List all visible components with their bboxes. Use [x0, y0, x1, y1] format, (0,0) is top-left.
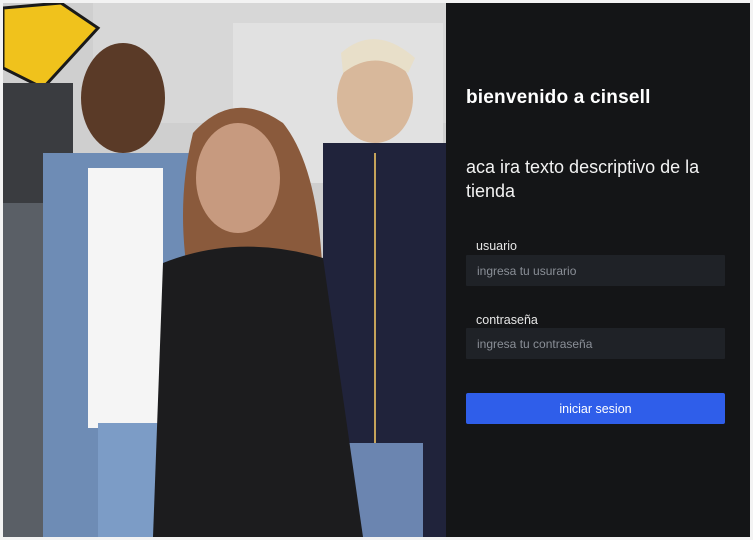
page-description: aca ira texto descriptivo de la tienda: [466, 157, 700, 201]
page-title: bienvenido a cinsell: [466, 87, 651, 108]
password-label: contraseña: [476, 313, 538, 327]
login-button[interactable]: iniciar sesion: [466, 393, 725, 424]
username-label: usuario: [476, 239, 517, 253]
hero-image: [3, 3, 446, 537]
password-input[interactable]: [466, 328, 725, 359]
username-input[interactable]: [466, 255, 725, 286]
login-screen: bienvenido a cinsell aca ira texto descr…: [3, 3, 750, 537]
login-panel: bienvenido a cinsell aca ira texto descr…: [446, 3, 750, 537]
hero-photo-illustration: [3, 3, 446, 537]
